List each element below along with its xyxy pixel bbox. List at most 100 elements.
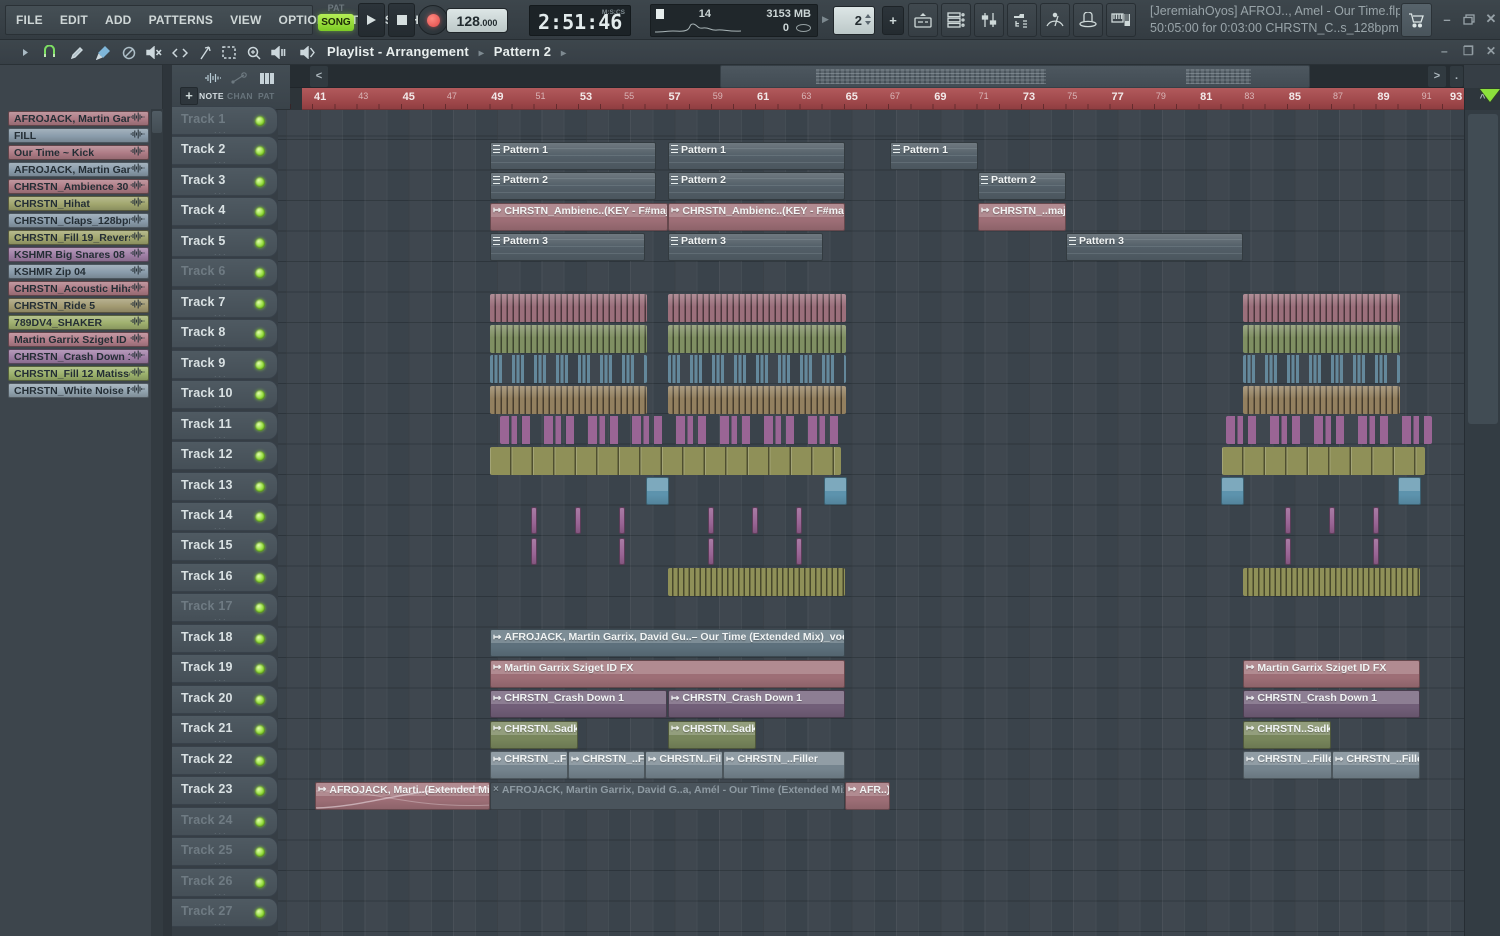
audio-clip[interactable]: ↦ AFR..) — [845, 781, 890, 810]
sidebar-scrollbar[interactable] — [151, 109, 163, 936]
audio-tick-clip[interactable] — [1285, 507, 1291, 535]
track-mute-led[interactable] — [255, 603, 265, 614]
track-mute-led[interactable] — [255, 481, 265, 492]
track-mute-led[interactable] — [255, 755, 265, 766]
playhead-marker[interactable] — [1480, 89, 1500, 102]
menu-patterns[interactable]: PATTERNS — [149, 13, 214, 27]
time-display[interactable]: 2:51:46 M:S:CS — [529, 5, 631, 36]
pattern-spinner[interactable] — [865, 14, 871, 25]
slip-tool[interactable] — [194, 43, 216, 62]
breadcrumb-playlist[interactable]: Playlist - Arrangement — [327, 44, 469, 59]
playlist-minimize-button[interactable]: – — [1441, 44, 1448, 58]
chopped-audio-clips[interactable] — [668, 294, 846, 323]
sample-list-item[interactable]: CHRSTN_Fill 19_Reverse.. — [8, 230, 149, 245]
track-header[interactable]: Track 24... — [172, 806, 278, 836]
pattern-clip[interactable]: Pattern 1 — [668, 141, 845, 170]
track-mute-led[interactable] — [255, 268, 265, 279]
delete-tool[interactable] — [118, 43, 140, 62]
picker-panel-button[interactable] — [908, 3, 938, 37]
tempo-display[interactable]: 128.000 — [446, 8, 508, 33]
track-size-grip[interactable]: ... — [214, 369, 228, 379]
chopped-audio-clips[interactable] — [1243, 294, 1400, 323]
audio-clip[interactable] — [824, 477, 847, 506]
track-mute-led[interactable] — [255, 207, 265, 218]
mute-tool[interactable] — [143, 43, 165, 62]
audio-clip[interactable]: ↦ CHRSTN..Sadko — [1243, 720, 1331, 749]
track-size-grip[interactable]: ... — [214, 430, 228, 440]
audio-clip[interactable]: ↦ CHRSTN_Crash Down 1 — [490, 690, 667, 719]
pattern-clip[interactable]: Pattern 3 — [490, 233, 645, 262]
stretch-tool[interactable] — [169, 43, 191, 62]
vertical-scrollbar-thumb[interactable] — [1468, 114, 1498, 424]
sample-list-item[interactable]: FILL — [8, 128, 149, 143]
track-header[interactable]: Track 10... — [172, 380, 278, 410]
audio-clip[interactable]: ↦ CHRSTN..Sadko — [668, 720, 756, 749]
chopped-audio-clips[interactable] — [490, 355, 647, 384]
note-tab-icon[interactable] — [202, 69, 224, 87]
track-header[interactable]: Track 20... — [172, 684, 278, 714]
sample-list-item[interactable]: KSHMR Zip 04 — [8, 264, 149, 279]
audio-clip[interactable]: ↦CHRSTN_..Filler — [490, 751, 568, 780]
shop-button[interactable] — [1401, 3, 1432, 37]
track-size-grip[interactable]: ... — [214, 155, 228, 165]
add-track-button[interactable]: + — [180, 87, 198, 105]
track-header[interactable]: Track 7... — [172, 288, 278, 318]
track-size-grip[interactable]: ... — [214, 826, 228, 836]
track-header[interactable]: Track 26... — [172, 867, 278, 897]
tab-pat[interactable]: PAT — [258, 91, 275, 101]
audio-clip[interactable]: ↦CHRSTN_..Filler — [1243, 751, 1332, 780]
stop-button[interactable] — [388, 3, 415, 37]
track-header[interactable]: Track 8... — [172, 319, 278, 349]
chopped-audio-clips[interactable] — [1226, 416, 1432, 445]
minimap-view-thumb[interactable] — [720, 65, 1310, 88]
audio-tick-clip[interactable] — [752, 507, 758, 535]
track-header[interactable]: Track 3... — [172, 166, 278, 196]
draw-pencil-tool[interactable] — [66, 43, 88, 62]
pattern-clip[interactable]: Pattern 1 — [890, 141, 978, 170]
chopped-audio-clips[interactable] — [490, 385, 647, 414]
audio-clip[interactable]: ↦CHRSTN_..Filler — [568, 751, 645, 780]
chopped-audio-clips[interactable] — [1222, 446, 1425, 475]
track-header[interactable]: Track 19... — [172, 654, 278, 684]
track-size-grip[interactable]: ... — [214, 521, 228, 531]
track-mute-led[interactable] — [255, 694, 265, 705]
audio-clip[interactable]: ↦ CHRSTN_..maj) — [978, 202, 1066, 231]
tuner-button[interactable] — [1040, 3, 1070, 37]
track-mute-led[interactable] — [255, 511, 265, 522]
playlist-grid[interactable]: Pattern 1 Pattern 1 Pattern 1 Pattern 2 Patt… — [278, 110, 1464, 936]
track-mute-led[interactable] — [255, 786, 265, 797]
pattern-clip[interactable]: Pattern 3 — [1066, 233, 1243, 262]
track-header[interactable]: Track 23... — [172, 776, 278, 806]
preview-speaker-icon[interactable] — [296, 43, 318, 62]
track-size-grip[interactable]: ... — [214, 612, 228, 622]
track-size-grip[interactable]: ... — [214, 582, 228, 592]
track-size-grip[interactable]: ... — [214, 917, 228, 927]
pattern-clip[interactable]: Pattern 1 — [490, 141, 656, 170]
pattern-selector[interactable]: 2 — [833, 6, 875, 35]
track-mute-led[interactable] — [255, 359, 265, 370]
chopped-audio-clips[interactable] — [668, 355, 846, 384]
track-mute-led[interactable] — [255, 725, 265, 736]
playlist-vertical-scrollbar[interactable] — [1464, 110, 1500, 936]
chopped-audio-clips[interactable] — [668, 324, 846, 353]
track-mute-led[interactable] — [255, 572, 265, 583]
track-mute-led[interactable] — [255, 329, 265, 340]
playlist-minimap-scrollbar[interactable]: < > . — [290, 65, 1464, 88]
track-header[interactable]: Track 25... — [172, 837, 278, 867]
sample-list-item[interactable]: Our Time ~ Kick — [8, 145, 149, 160]
chopped-audio-clips[interactable] — [490, 324, 647, 353]
play-button[interactable] — [358, 3, 385, 37]
audio-tick-clip[interactable] — [1329, 507, 1335, 535]
pattern-selector-arrow[interactable]: ▶ — [822, 14, 829, 25]
audio-clip[interactable] — [646, 477, 669, 506]
track-header[interactable]: Track 1... — [172, 106, 278, 135]
menu-edit[interactable]: EDIT — [60, 13, 88, 27]
audio-clip[interactable]: ↦ CHRSTN..Sadko — [490, 720, 578, 749]
channel-rack-button[interactable] — [941, 3, 971, 37]
sample-list-item[interactable]: CHRSTN_Claps_128bpm — [8, 213, 149, 228]
track-size-grip[interactable]: ... — [214, 734, 228, 744]
pat-song-switch[interactable]: PAT SONG — [318, 3, 354, 37]
tab-note[interactable]: NOTE — [199, 91, 224, 101]
sample-list-item[interactable]: Martin Garrix Sziget ID FX — [8, 332, 149, 347]
pattern-clip[interactable]: Pattern 3 — [668, 233, 823, 262]
